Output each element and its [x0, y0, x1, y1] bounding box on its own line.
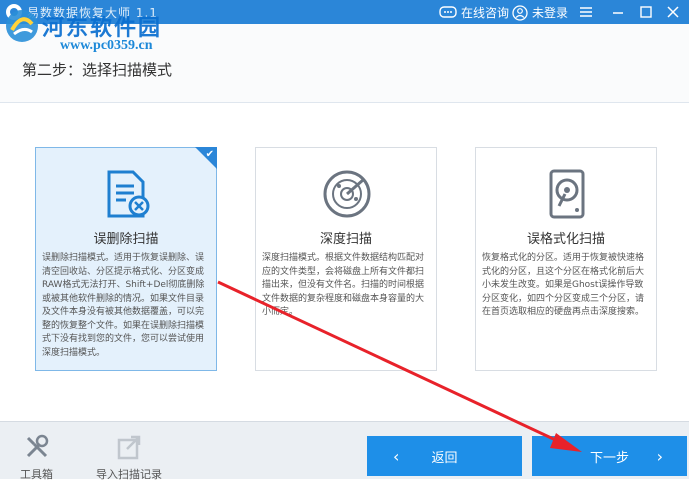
import-scan-record-button[interactable]: 导入扫描记录: [96, 432, 162, 482]
tools-icon: [26, 434, 48, 458]
next-label: 下一步: [589, 450, 629, 466]
scan-mode-card-unformat[interactable]: 误格式化扫描 恢复格式化的分区。适用于恢复被快速格式化的分区，且这个分区在格式化…: [475, 147, 657, 371]
back-label: 返回: [431, 450, 458, 466]
chat-bubble-icon: [439, 5, 457, 18]
import-scan-record-label: 导入扫描记录: [96, 468, 162, 481]
scan-mode-description: 深度扫描模式。根据文件数据结构匹配对应的文件类型，会将磁盘上所有文件都扫描出来，…: [262, 253, 425, 317]
toolbox-button[interactable]: 工具箱: [20, 432, 53, 482]
scan-mode-description: 误删除扫描模式。适用于恢复误删除、误清空回收站、分区提示格式化、分区变成RAW格…: [42, 253, 205, 358]
login-button[interactable]: 未登录: [512, 4, 568, 21]
watermark-logo-icon: [6, 10, 38, 42]
toolbox-label: 工具箱: [20, 468, 53, 481]
step-title: 第二步：选择扫描模式: [22, 61, 173, 79]
scan-mode-name: 深度扫描: [319, 232, 372, 247]
back-button[interactable]: ‹ 返回: [367, 436, 522, 476]
menu-icon[interactable]: [577, 3, 595, 21]
scan-mode-name: 误格式化扫描: [526, 232, 605, 247]
online-consult-button[interactable]: 在线咨询: [439, 4, 509, 21]
user-icon: [512, 4, 528, 21]
scan-mode-description: 恢复格式化的分区。适用于恢复被快速格式化的分区，且这个分区在格式化前后大小未发生…: [482, 253, 645, 317]
document-delete-icon: [107, 170, 150, 218]
chevron-left-icon: ‹: [393, 447, 400, 466]
scan-mode-card-deep[interactable]: 深度扫描 深度扫描模式。根据文件数据结构匹配对应的文件类型，会将磁盘上所有文件都…: [255, 147, 437, 371]
close-icon[interactable]: [664, 3, 682, 21]
import-icon: [117, 435, 141, 460]
hard-disk-icon: [549, 169, 585, 219]
next-button[interactable]: 下一步 ›: [532, 436, 687, 476]
scan-mode-name: 误删除扫描: [93, 232, 159, 247]
radar-icon: [323, 170, 371, 218]
login-label: 未登录: [532, 6, 569, 20]
scan-mode-cards: ✔ 误删除扫描 误删除扫描模式。适用于恢复误删除、误清空回收站、分区提示格式化、…: [0, 103, 689, 421]
maximize-icon[interactable]: [637, 3, 655, 21]
footer-toolbar: 工具箱 导入扫描记录 ‹ 返回 下一步 ›: [0, 421, 689, 482]
checkmark-icon: ✔: [205, 149, 214, 160]
minimize-icon[interactable]: [609, 3, 627, 21]
watermark-url: www.pc0359.cn: [60, 38, 153, 53]
chevron-right-icon: ›: [656, 447, 663, 466]
scan-mode-card-undelete[interactable]: ✔ 误删除扫描 误删除扫描模式。适用于恢复误删除、误清空回收站、分区提示格式化、…: [35, 147, 217, 371]
online-consult-label: 在线咨询: [461, 6, 510, 20]
